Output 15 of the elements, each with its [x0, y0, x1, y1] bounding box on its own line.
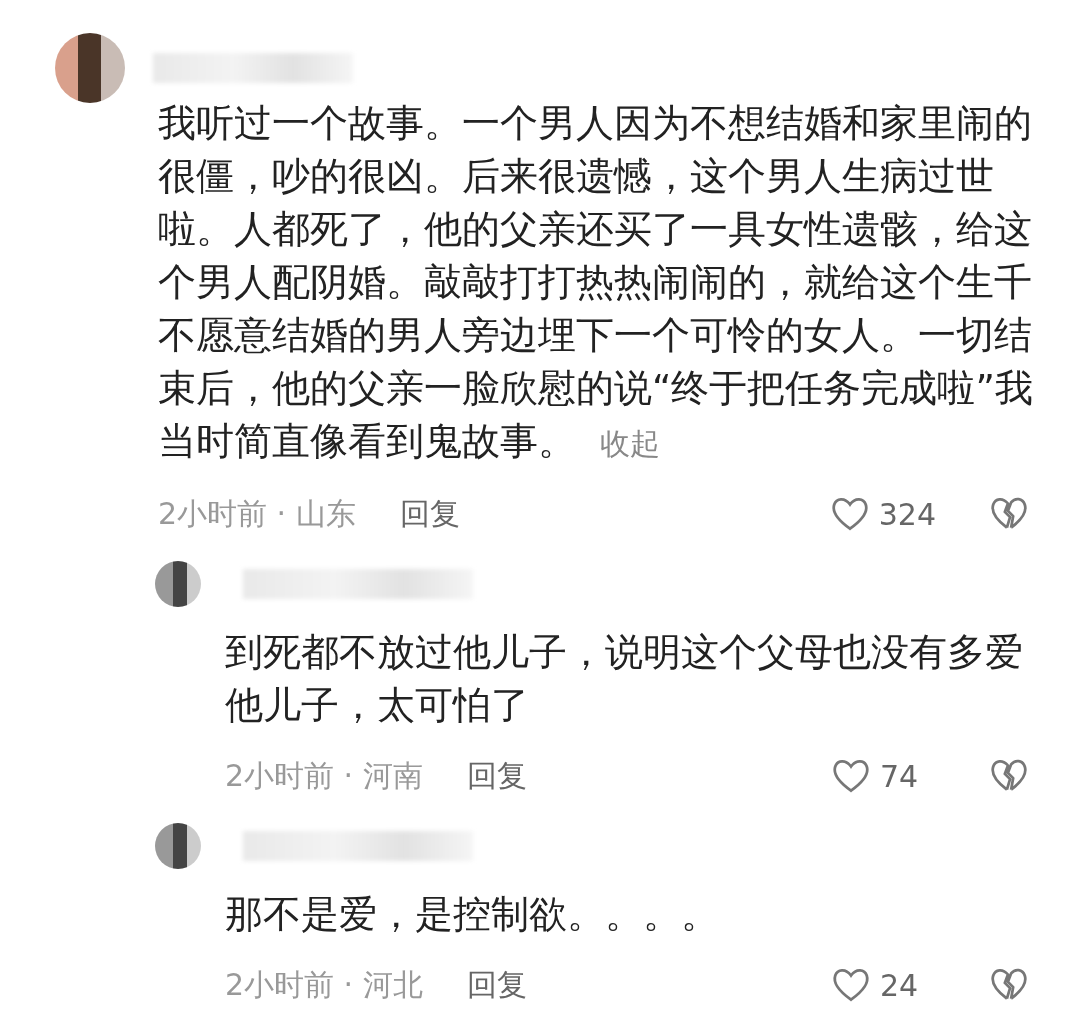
avatar[interactable]	[155, 823, 201, 869]
avatar[interactable]	[155, 561, 201, 607]
like-count: 24	[880, 967, 920, 1003]
like-count: 74	[880, 758, 920, 794]
comment-meta: 2小时前 · 山东	[158, 494, 356, 533]
comment-text: 到死都不放过他儿子，说明这个父母也没有多爱他儿子，太可怕了	[225, 629, 1024, 729]
reply-button[interactable]: 回复	[399, 493, 460, 535]
comment-meta: 2小时前 · 河南	[225, 756, 423, 795]
reply-button[interactable]: 回复	[466, 964, 527, 1006]
comment-text: 那不是爱，是控制欲。。。。	[225, 891, 720, 938]
comment-text: 我听过一个故事。一个男人因为不想结婚和家里闹的很僵，吵的很凶。后来很遗憾，这个男人生病过世啦。人都死了，他的父亲还买了一具女性遗骸，给这个男人配阴婚。敲敲打打热热闹闹的，就给这个生千不愿意结婚的男人旁边埋下一个可怜的女人。一切结束后，他的父亲一脸欣慰的说“终于把任务完成啦”我当时简直像看到鬼故事。 收起	[158, 100, 1034, 465]
comment-meta: 2小时前 · 河北	[225, 965, 423, 1004]
like-count: 324	[878, 496, 936, 532]
reply-button[interactable]: 回复	[466, 755, 527, 797]
collapse-link[interactable]: 收起	[600, 426, 660, 461]
